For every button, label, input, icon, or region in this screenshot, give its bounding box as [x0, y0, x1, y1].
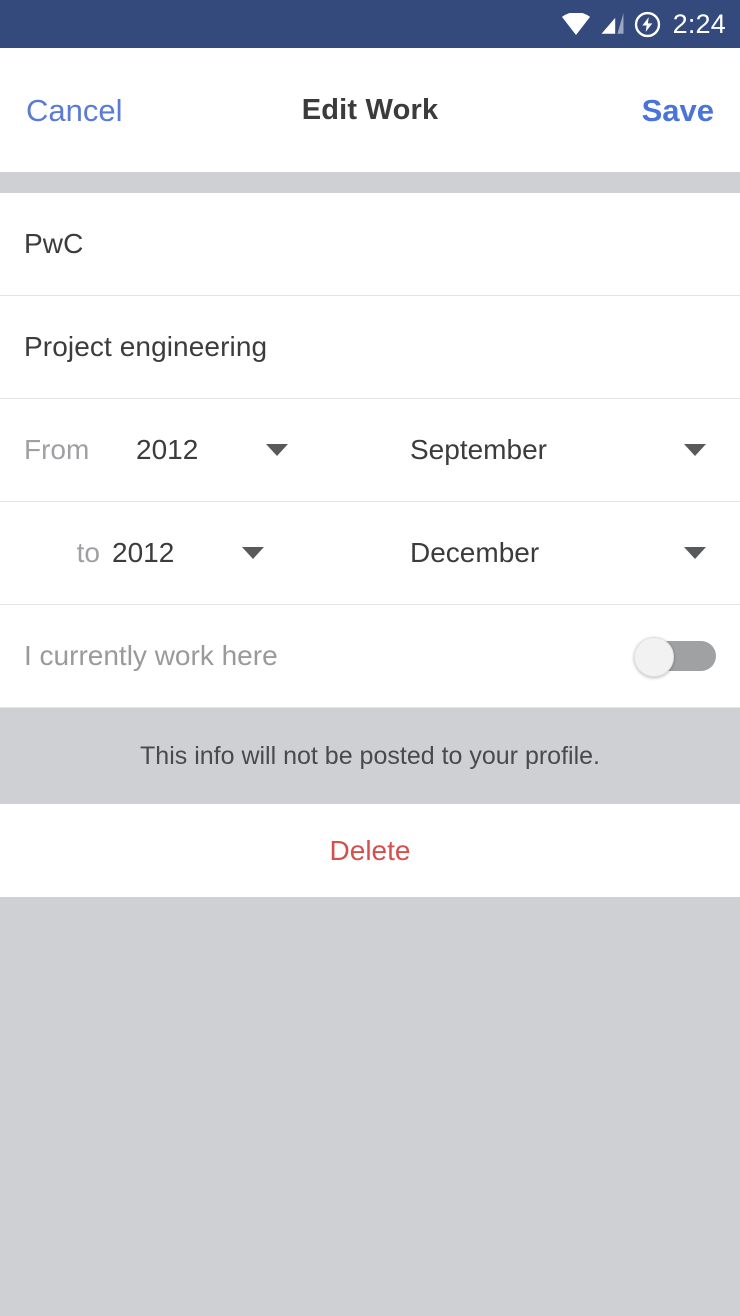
employer-field-row[interactable]: PwC [0, 193, 740, 296]
work-edit-form: PwC Project engineering From 2012 Septem… [0, 193, 740, 708]
chevron-down-icon [684, 444, 706, 456]
section-separator [0, 172, 740, 193]
from-label: From [24, 434, 90, 465]
position-input[interactable]: Project engineering [24, 331, 267, 363]
battery-charging-icon [634, 11, 661, 38]
to-month-dropdown[interactable]: December [410, 537, 716, 569]
from-month-dropdown[interactable]: September [410, 434, 716, 466]
info-banner-text: This info will not be posted to your pro… [140, 741, 600, 770]
page-background [0, 897, 740, 1316]
chevron-down-icon [266, 444, 289, 456]
app-screen: 2:24 Cancel Edit Work Save PwC Project e… [0, 0, 740, 1316]
currently-work-here-toggle[interactable] [634, 637, 716, 677]
toggle-thumb [634, 637, 674, 677]
cellular-signal-icon [600, 13, 625, 35]
delete-button-label: Delete [329, 834, 411, 866]
employer-input[interactable]: PwC [24, 228, 83, 260]
to-label: to [76, 537, 100, 568]
status-bar: 2:24 [0, 0, 740, 48]
from-year-dropdown[interactable]: 2012 [136, 434, 410, 466]
wifi-icon [561, 13, 591, 35]
status-bar-clock: 2:24 [672, 8, 726, 39]
navigation-bar: Cancel Edit Work Save [0, 48, 740, 172]
delete-button[interactable]: Delete [0, 804, 740, 897]
currently-work-here-label: I currently work here [24, 640, 278, 671]
chevron-down-icon [242, 547, 265, 559]
from-month-value: September [410, 434, 547, 465]
info-banner: This info will not be posted to your pro… [0, 708, 740, 804]
from-date-row: From 2012 September [0, 399, 740, 502]
to-year-dropdown[interactable]: 2012 [112, 537, 410, 569]
save-button[interactable]: Save [642, 95, 714, 126]
from-year-value: 2012 [136, 434, 199, 465]
position-field-row[interactable]: Project engineering [0, 296, 740, 399]
to-month-value: December [410, 537, 540, 568]
currently-work-here-row[interactable]: I currently work here [0, 605, 740, 708]
cancel-button[interactable]: Cancel [26, 95, 123, 126]
to-year-value: 2012 [112, 537, 175, 568]
chevron-down-icon [684, 547, 706, 559]
to-date-row: to 2012 December [0, 502, 740, 605]
